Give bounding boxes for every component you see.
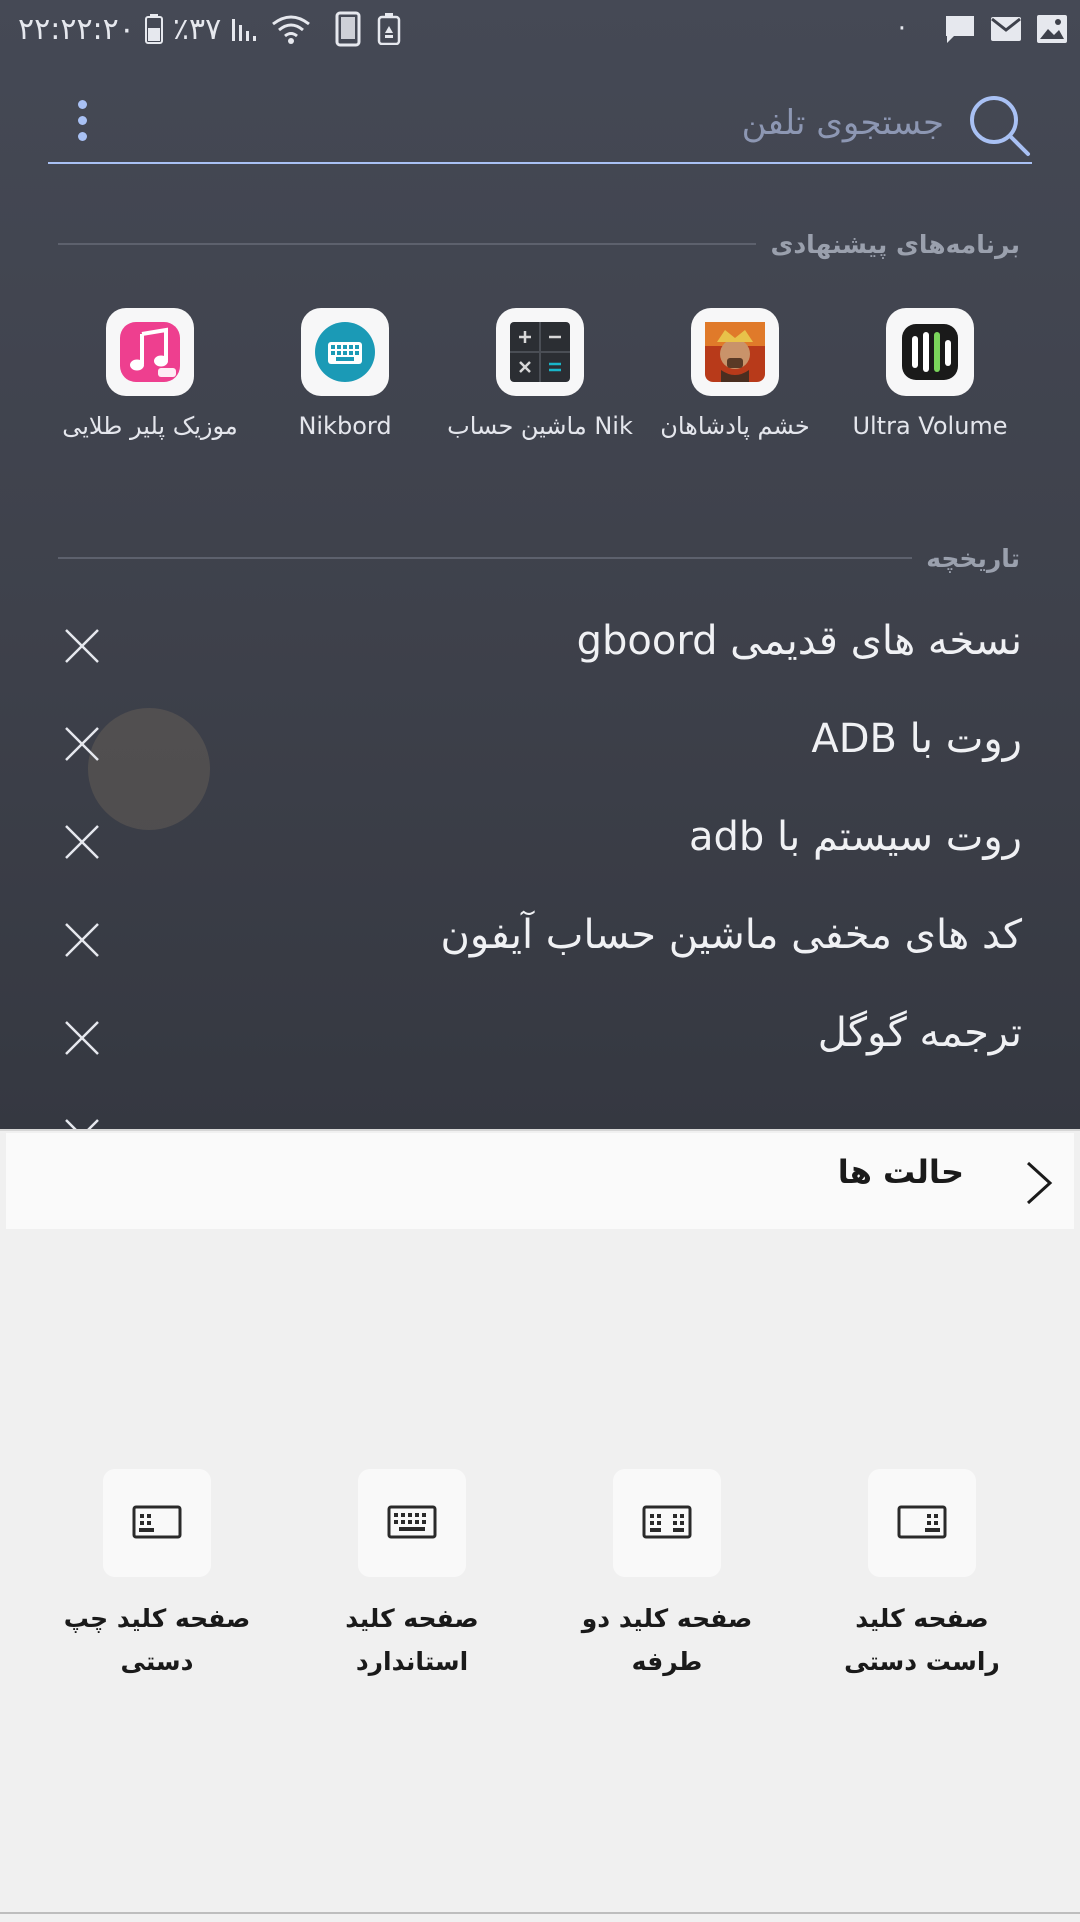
history-item-text: کد های مخفی ماشین حساب آیفون [440,912,1022,958]
search-overlay: ۲۲:۲۲:۲۰ ٪۳۷ [0,0,1080,1129]
status-left: ۲۲:۲۲:۲۰ ٪۳۷ [18,8,401,50]
history-item[interactable]: ترجمه گوگل [0,988,1080,1086]
calculator-icon [496,308,584,396]
clock: ۲۲:۲۲:۲۰ [18,11,135,47]
app-label: Nikbord [298,412,392,440]
mode-right-hand[interactable]: صفحه کلید راست دستی [807,1469,1037,1689]
app-label: Ultra Volume [852,412,1008,440]
divider [58,243,757,245]
history-item-text: ترجمه گوگل [817,1010,1022,1056]
app-label: ماشین حساب Nik [447,412,633,440]
mode-label: صفحه کلید چپ دستی [63,1604,251,1676]
status-right: · [898,8,1068,50]
keyboard-standard-icon [358,1469,466,1577]
close-icon[interactable] [62,1116,102,1129]
keyboard-icon [301,308,389,396]
music-note-icon [106,308,194,396]
image-icon [1037,15,1067,43]
mode-split[interactable]: صفحه کلید دو طرفه [552,1469,782,1689]
search-icon[interactable] [966,92,1032,158]
keyboard-left-hand-icon [103,1469,211,1577]
mode-label: صفحه کلید راست دستی [844,1604,1000,1676]
app-nik-calculator[interactable]: ماشین حساب Nik [440,306,640,456]
suggested-apps-title: برنامه‌های پیشنهادی [770,229,1020,259]
signal-icon [232,19,257,41]
keyboard-modes-panel: حالت ها صفحه کلید راست دستی صفحه کلید دو… [0,1129,1080,1922]
history-item[interactable]: روت سیستم با adb [0,792,1080,890]
modes-header[interactable]: حالت ها [6,1133,1074,1229]
history-item[interactable]: کد های مخفی ماشین حساب آیفون [0,890,1080,988]
app-nikbord[interactable]: Nikbord [245,306,445,456]
battery-icon [144,14,163,44]
search-input[interactable] [242,92,946,154]
history-item-partial[interactable] [0,1086,1080,1129]
app-label: خشم پادشاهان [660,412,810,440]
close-icon[interactable] [62,626,102,666]
app-ultra-volume[interactable]: Ultra Volume [830,306,1030,456]
mode-standard[interactable]: صفحه کلید استاندارد [297,1469,527,1689]
phone-icon [335,11,361,47]
message-icon [946,16,974,43]
battery-percent: ٪۳۷ [172,11,222,47]
divider [0,1912,1080,1914]
chevron-right-icon[interactable] [1020,1159,1056,1207]
close-icon[interactable] [62,920,102,960]
recycle-battery-icon [378,13,401,45]
search-bar [48,86,1032,164]
keyboard-split-icon [613,1469,721,1577]
mode-label: صفحه کلید استاندارد [345,1604,479,1676]
history-item[interactable]: روت با ADB [0,694,1080,792]
history-header: تاریخچه [58,538,1020,578]
close-icon[interactable] [62,1018,102,1058]
history-item-text: روت سیستم با adb [688,814,1022,860]
close-icon[interactable] [62,822,102,862]
app-label: موزیک پلیر طلایی [62,412,238,440]
mode-left-hand[interactable]: صفحه کلید چپ دستی [42,1469,272,1689]
king-warrior-icon [691,308,779,396]
mode-label: صفحه کلید دو طرفه [581,1604,753,1676]
modes-title: حالت ها [837,1153,964,1191]
close-icon[interactable] [62,724,102,764]
status-dot: · [897,14,906,44]
mail-icon [991,17,1021,41]
ultra-volume-icon [886,308,974,396]
suggested-apps-header: برنامه‌های پیشنهادی [58,224,1020,264]
suggested-apps-list: Ultra Volume خشم پادشاهان ماشین حساب Nik… [40,306,1040,456]
keyboard-right-hand-icon [868,1469,976,1577]
history-title: تاریخچه [926,543,1020,573]
wifi-icon [272,15,311,44]
divider [58,557,913,559]
history-item[interactable]: نسخه های قدیمی gboord [0,596,1080,694]
history-item-text: روت با ADB [811,716,1022,762]
app-golden-music-player[interactable]: موزیک پلیر طلایی [50,306,250,456]
status-bar: ۲۲:۲۲:۲۰ ٪۳۷ · [0,0,1080,58]
more-options-icon[interactable] [74,100,90,144]
history-item-text: نسخه های قدیمی gboord [576,618,1022,664]
app-king-warrior[interactable]: خشم پادشاهان [635,306,835,456]
